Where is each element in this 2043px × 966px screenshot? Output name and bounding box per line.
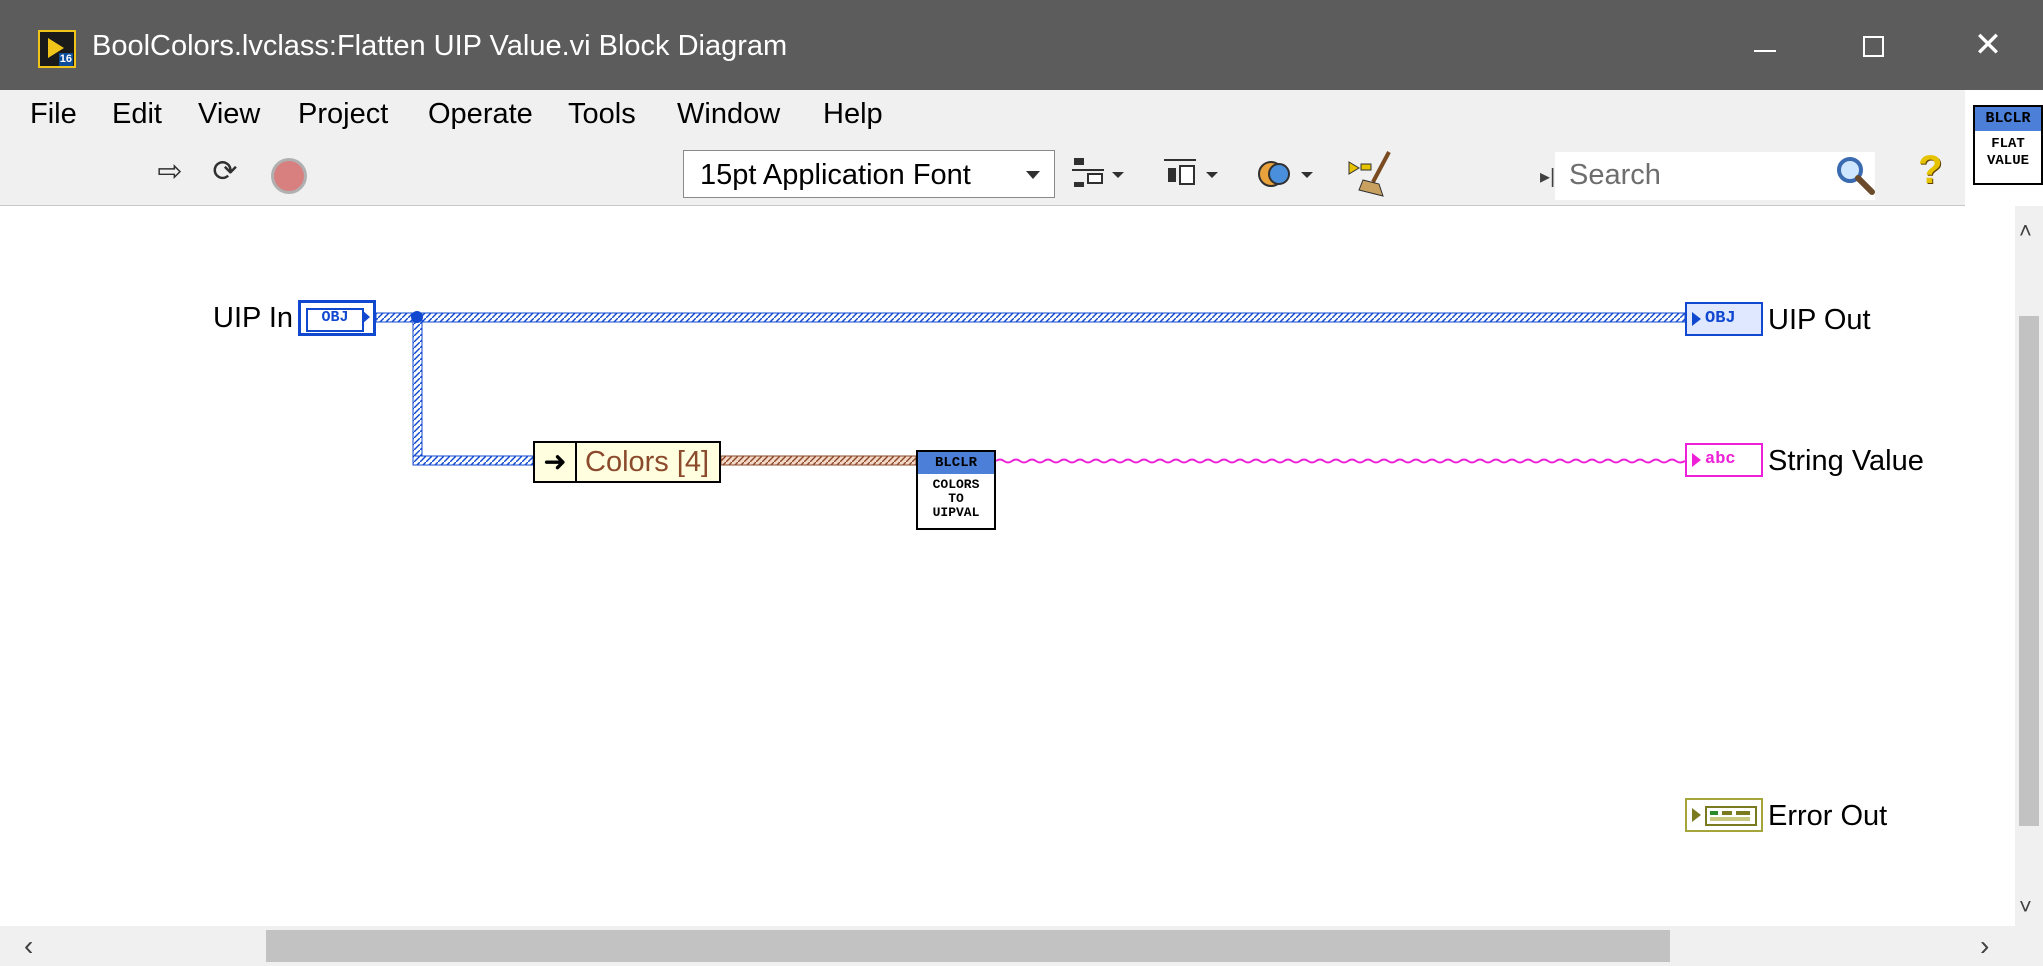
vertical-scroll-thumb[interactable] <box>2019 316 2039 826</box>
uip-out-terminal-text: OBJ <box>1705 309 1736 328</box>
string-value-wire[interactable] <box>995 458 1686 464</box>
unbundle-element-label: Colors [4] <box>585 446 710 478</box>
uip-in-terminal-text: OBJ <box>306 308 364 332</box>
subvi-line: COLORS <box>932 477 980 492</box>
scroll-down-icon[interactable]: ˅ <box>2019 894 2032 920</box>
unbundle-arrow-icon: ➜ <box>535 443 577 481</box>
labview-block-diagram-window: 16 BoolColors.lvclass:Flatten UIP Value.… <box>0 0 2043 966</box>
error-cluster-icon <box>1705 806 1757 826</box>
string-value-label: String Value <box>1768 445 1924 477</box>
uip-class-wire[interactable] <box>375 312 1686 323</box>
scroll-left-icon[interactable]: ‹ <box>24 930 33 962</box>
input-arrow-icon <box>1692 453 1701 467</box>
error-out-terminal[interactable] <box>1685 798 1763 832</box>
vertical-scrollbar[interactable]: ˄ ˅ <box>2015 206 2043 926</box>
unbundle-by-name-node[interactable]: ➜ Colors [4] <box>533 441 721 483</box>
input-arrow-icon <box>1692 808 1701 822</box>
subvi-banner: BLCLR <box>918 452 994 474</box>
wire-junction-dot <box>411 311 423 323</box>
string-value-terminal[interactable]: abc <box>1685 443 1763 477</box>
colors-cluster-wire[interactable] <box>720 455 917 466</box>
scroll-up-icon[interactable]: ˄ <box>2019 218 2032 244</box>
uip-branch-wire-horizontal[interactable] <box>412 455 534 466</box>
error-out-label: Error Out <box>1768 800 1888 832</box>
uip-out-label: UIP Out <box>1768 304 1871 336</box>
output-arrow-icon <box>362 310 370 324</box>
uip-in-label: UIP In <box>213 302 294 334</box>
uip-branch-wire-vertical[interactable] <box>412 315 423 463</box>
uip-in-terminal[interactable]: OBJ <box>298 300 376 336</box>
uip-out-terminal[interactable]: OBJ <box>1685 302 1763 336</box>
subvi-line: TO <box>948 491 964 506</box>
string-value-terminal-text: abc <box>1705 450 1736 469</box>
input-arrow-icon <box>1692 312 1701 326</box>
horizontal-scroll-thumb[interactable] <box>266 930 1670 962</box>
horizontal-scrollbar[interactable]: ‹ › <box>0 926 2043 966</box>
colors-to-uipval-subvi[interactable]: BLCLR COLORS TO UIPVAL <box>916 450 996 530</box>
subvi-line: UIPVAL <box>932 505 980 520</box>
scroll-right-icon[interactable]: › <box>1980 930 1989 962</box>
